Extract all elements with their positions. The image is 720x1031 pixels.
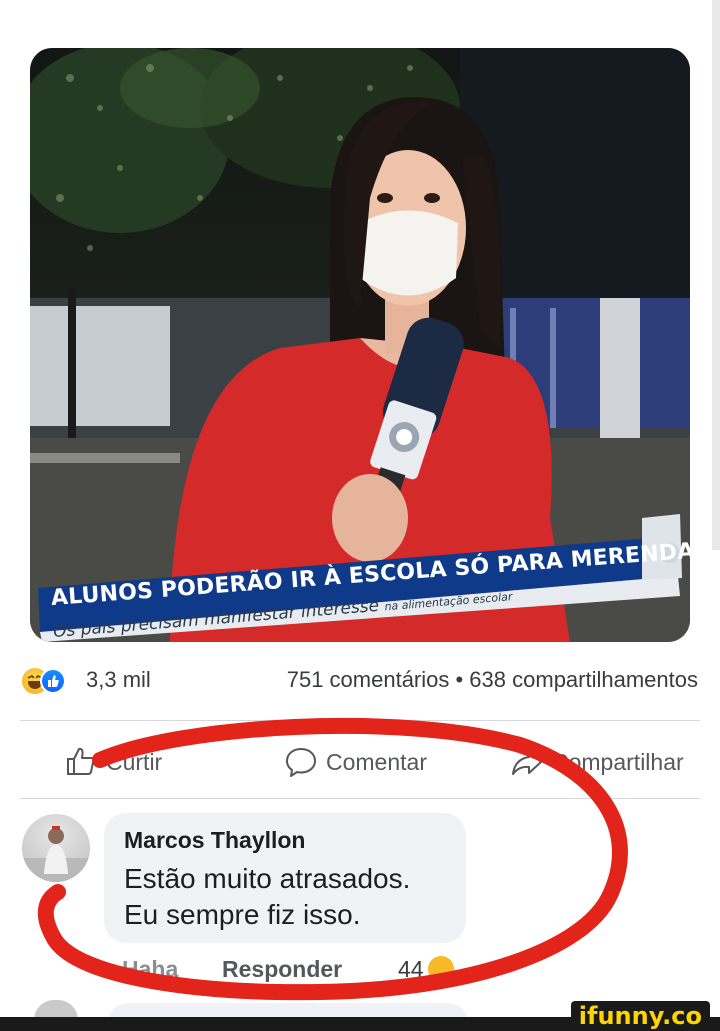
share-label: Compartilhar <box>552 748 684 775</box>
like-emoji-icon[interactable] <box>40 668 66 694</box>
post-stats: 3,3 mil 751 comentários • 638 compartilh… <box>22 664 702 698</box>
comment-author-name[interactable]: Marcos Thayllon <box>124 827 305 854</box>
foliage-highlight <box>120 48 260 128</box>
comment-button[interactable]: Comentar <box>284 740 427 784</box>
divider <box>20 798 700 799</box>
white-pillar <box>600 298 640 458</box>
share-arrow-icon <box>512 750 542 775</box>
tree-trunk <box>68 288 76 448</box>
comment-bubble[interactable]: Marcos Thayllon Estão muito atrasados. E… <box>104 813 466 943</box>
reply-link[interactable]: Responder <box>222 956 342 983</box>
white-wall-left <box>30 306 170 426</box>
reactions-count[interactable]: 3,3 mil <box>86 667 151 693</box>
comment-label: Comentar <box>326 748 427 775</box>
comment-reaction-count[interactable]: 44 <box>398 956 424 983</box>
share-button[interactable]: Compartilhar <box>510 740 684 784</box>
comment-haha-link[interactable]: Haha <box>122 956 178 983</box>
speech-bubble-icon <box>286 748 316 777</box>
like-label: Curtir <box>106 748 163 775</box>
haha-emoji-icon <box>428 956 454 982</box>
person-silhouette-icon <box>22 826 90 882</box>
comments-shares-count[interactable]: 751 comentários • 638 compartilhamentos <box>287 667 698 693</box>
divider <box>20 720 700 721</box>
post-photo[interactable]: ALUNOS PODERÃO IR À ESCOLA SÓ PARA MEREN… <box>30 48 690 642</box>
thumbs-up-glyph <box>48 675 59 687</box>
commenter-avatar[interactable] <box>22 814 90 882</box>
ifunny-watermark: ifunny.co <box>570 1001 710 1031</box>
thumbs-up-icon <box>67 747 95 775</box>
like-button[interactable]: Curtir <box>64 740 162 784</box>
curb <box>30 453 180 463</box>
comment-text: Estão muito atrasados. Eu sempre fiz iss… <box>124 863 411 930</box>
page-edge <box>712 0 720 550</box>
gate-bar <box>550 308 556 428</box>
